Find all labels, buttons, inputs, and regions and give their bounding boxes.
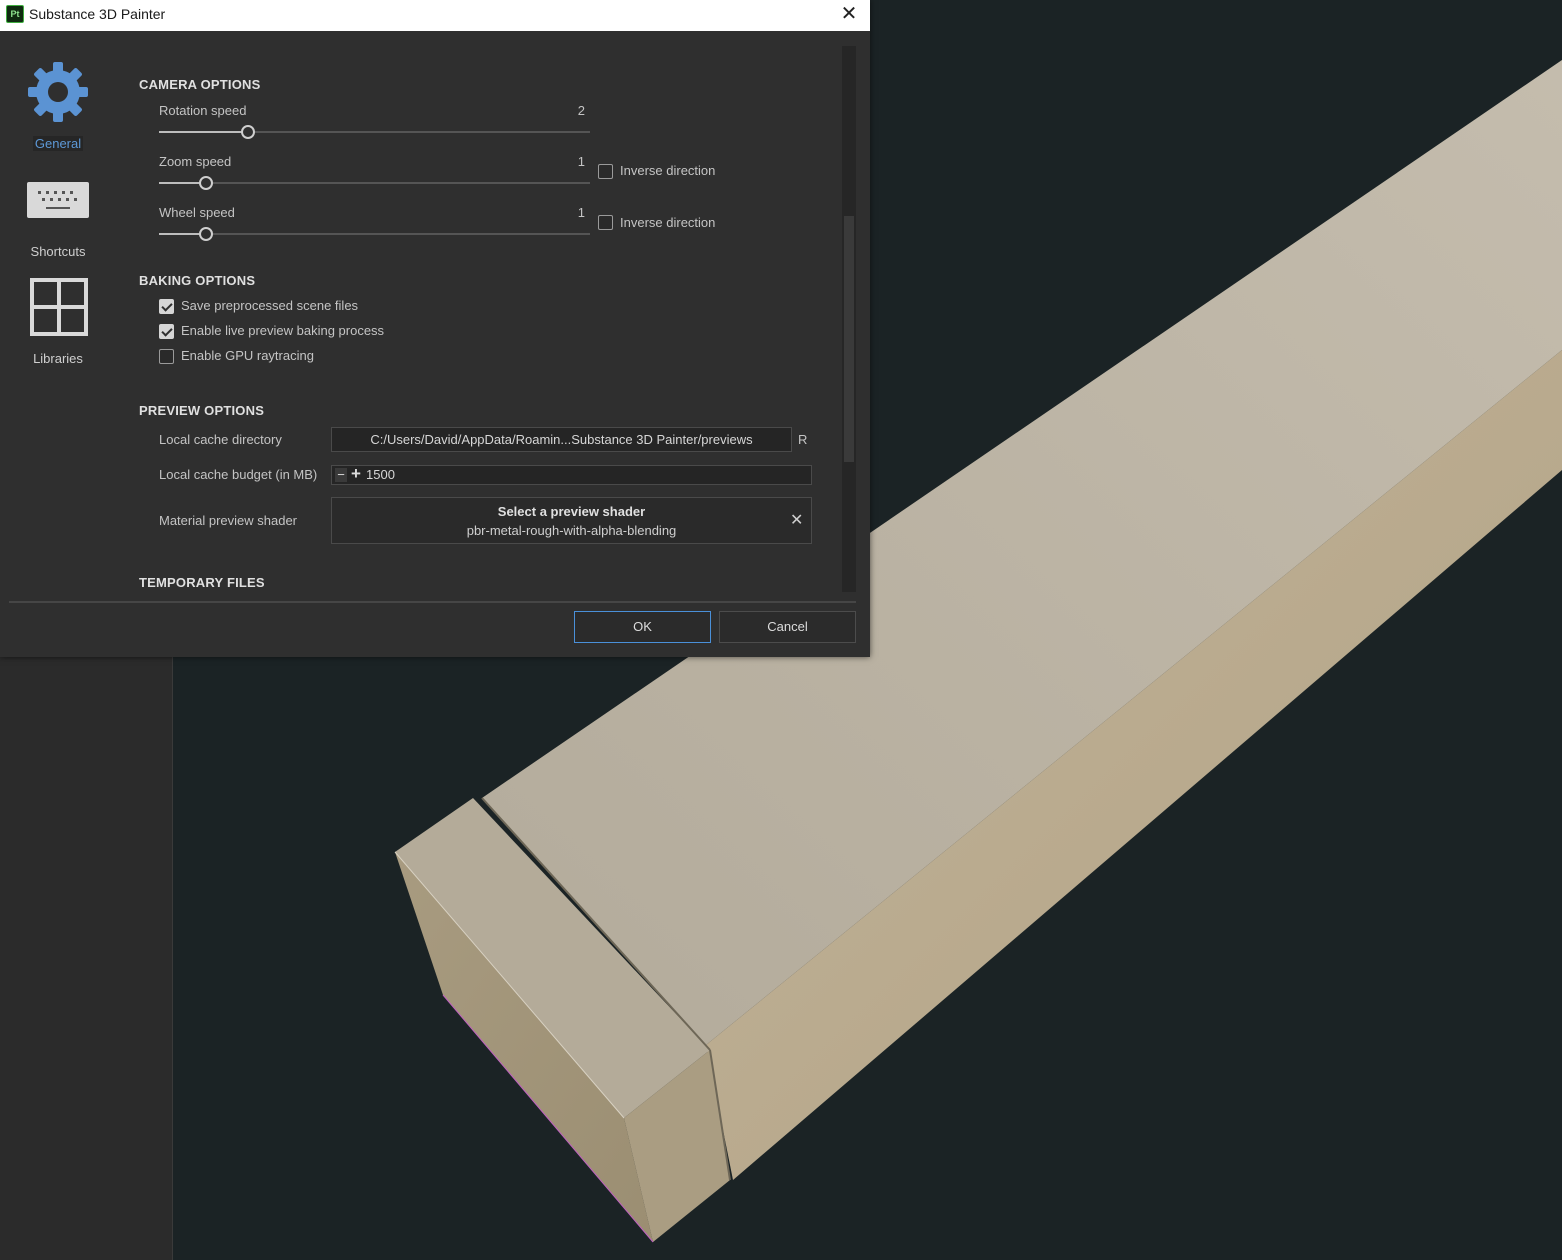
rotation-speed-value: 2	[577, 103, 585, 118]
clear-shader-icon[interactable]: ✕	[790, 510, 803, 530]
decrement-icon[interactable]: −	[335, 468, 347, 482]
app-logo-icon: Pt	[6, 5, 24, 23]
shader-label: Material preview shader	[159, 513, 298, 528]
wheel-inverse-label: Inverse direction	[620, 215, 716, 230]
temporary-files-title: TEMPORARY FILES	[139, 575, 265, 590]
slider-handle[interactable]	[199, 227, 213, 241]
zoom-speed-label: Zoom speed	[159, 154, 232, 169]
gpu-raytracing-checkbox[interactable]	[159, 349, 174, 364]
zoom-inverse-checkbox[interactable]	[598, 164, 613, 179]
shader-selector-value: pbr-metal-rough-with-alpha-blending	[466, 523, 677, 538]
save-preprocessed-checkbox[interactable]	[159, 299, 174, 314]
slider-track	[159, 182, 590, 184]
gear-icon	[28, 62, 88, 122]
wheel-inverse-checkbox[interactable]	[598, 215, 613, 230]
save-preprocessed-label: Save preprocessed scene files	[181, 298, 359, 313]
scrollbar-thumb[interactable]	[844, 216, 854, 462]
slider-handle[interactable]	[199, 176, 213, 190]
preview-options-title: PREVIEW OPTIONS	[139, 403, 265, 418]
close-icon[interactable]: ✕	[838, 3, 860, 25]
slider-fill	[159, 182, 201, 184]
nav-label-shortcuts: Shortcuts	[30, 244, 86, 259]
wheel-speed-label: Wheel speed	[159, 205, 235, 220]
cache-budget-value: 1500	[366, 467, 395, 482]
title-bar: Pt Substance 3D Painter ✕	[0, 0, 870, 31]
footer-divider	[9, 601, 856, 603]
camera-options-title: CAMERA OPTIONS	[139, 77, 261, 92]
app-sidebar	[0, 657, 173, 1260]
cache-dir-reset-button[interactable]: R	[798, 432, 807, 447]
cache-budget-stepper[interactable]: − + 1500	[331, 465, 812, 485]
gpu-raytracing-label: Enable GPU raytracing	[181, 348, 314, 363]
cache-dir-label: Local cache directory	[159, 432, 282, 447]
live-preview-baking-checkbox[interactable]	[159, 324, 174, 339]
slider-fill	[159, 233, 201, 235]
shader-selector-title: Select a preview shader	[497, 504, 646, 519]
nav-label-general: General	[32, 136, 84, 151]
slider-handle[interactable]	[241, 125, 255, 139]
zoom-inverse-label: Inverse direction	[620, 163, 716, 178]
window-title: Substance 3D Painter	[29, 6, 166, 22]
slider-fill	[159, 131, 243, 133]
shader-selector[interactable]: Select a preview shader pbr-metal-rough-…	[331, 497, 812, 544]
grid-icon	[30, 278, 88, 336]
zoom-speed-value: 1	[577, 154, 585, 169]
slider-track	[159, 233, 590, 235]
wheel-speed-value: 1	[577, 205, 585, 220]
cancel-button[interactable]: Cancel	[719, 611, 856, 643]
baking-options-title: BAKING OPTIONS	[139, 273, 256, 288]
cache-budget-label: Local cache budget (in MB)	[159, 467, 318, 482]
settings-dialog: Pt Substance 3D Painter ✕ General Shortc…	[0, 0, 870, 657]
live-preview-baking-label: Enable live preview baking process	[181, 323, 385, 338]
cache-dir-field[interactable]: C:/Users/David/AppData/Roamin...Substanc…	[331, 427, 792, 452]
rotation-speed-label: Rotation speed	[159, 103, 247, 118]
keyboard-icon	[27, 182, 89, 218]
nav-label-libraries: Libraries	[33, 351, 83, 366]
increment-icon[interactable]: +	[351, 465, 361, 483]
ok-button[interactable]: OK	[574, 611, 711, 643]
